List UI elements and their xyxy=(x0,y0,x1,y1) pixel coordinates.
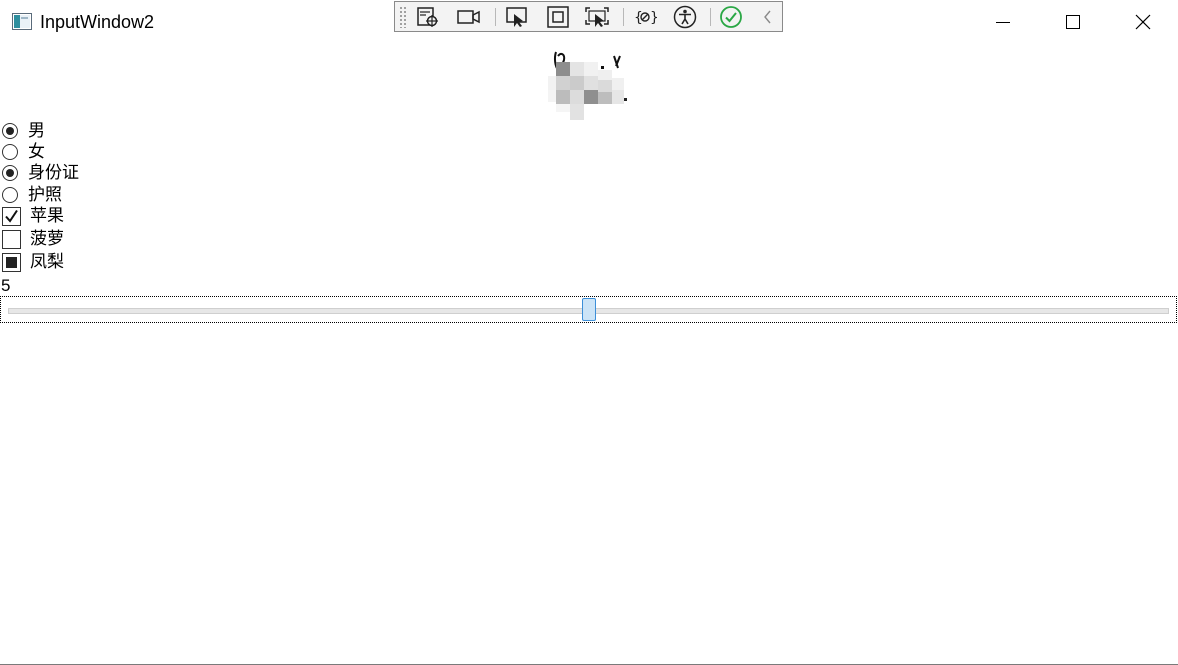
radio-label: 女 xyxy=(28,142,45,162)
close-button[interactable] xyxy=(1108,0,1178,44)
accessibility-button[interactable] xyxy=(672,5,698,29)
checkbox-apple[interactable]: 苹果 xyxy=(2,205,64,227)
radio-button[interactable] xyxy=(2,187,18,203)
minimize-button[interactable] xyxy=(968,0,1038,44)
maximize-button[interactable] xyxy=(1038,0,1108,44)
slider[interactable] xyxy=(0,296,1177,323)
collapse-toolbar-button[interactable] xyxy=(755,5,781,29)
radio-label: 男 xyxy=(28,121,45,141)
close-icon xyxy=(1135,14,1151,30)
minimize-icon xyxy=(996,22,1010,23)
toolbar-separator xyxy=(710,8,711,26)
radio-label: 身份证 xyxy=(28,163,79,183)
pixelated-image xyxy=(548,51,627,120)
toolbar-separator xyxy=(623,8,624,26)
layout-adorner-button[interactable] xyxy=(545,5,571,29)
collapse-chevron-icon xyxy=(764,10,771,24)
svg-text:}: } xyxy=(650,10,657,26)
checkbox-label: 苹果 xyxy=(30,206,64,226)
checkbox-indeterminate[interactable] xyxy=(2,252,21,272)
toolbar-separator xyxy=(495,8,496,26)
window-title: InputWindow2 xyxy=(40,12,155,32)
radio-label: 护照 xyxy=(28,185,62,205)
track-focus-button[interactable] xyxy=(584,5,610,29)
pointer-select-icon xyxy=(506,7,527,27)
accessibility-icon xyxy=(673,5,697,29)
checkbox-fengli[interactable]: 凤梨 xyxy=(2,251,64,273)
checkmark-icon xyxy=(720,6,742,28)
checkbox-unchecked[interactable] xyxy=(2,229,21,249)
app-window: InputWindow2 {男 女 身份证 护照 苹果 菠萝 凤梨 5 xyxy=(0,0,1178,665)
select-element-button[interactable] xyxy=(415,5,441,29)
slider-value-text: 5 xyxy=(1,276,11,295)
radio-button[interactable] xyxy=(2,144,18,160)
layout-adorner-icon xyxy=(547,6,569,28)
toolbar-grip[interactable] xyxy=(399,6,407,28)
checkmark-icon xyxy=(5,209,18,223)
binding-failures-button[interactable]: { } xyxy=(632,5,658,29)
radio-passport[interactable]: 护照 xyxy=(2,184,62,206)
select-element-icon xyxy=(417,7,438,27)
radio-button-checked[interactable] xyxy=(2,165,18,181)
video-record-icon xyxy=(457,10,480,24)
radio-id-card[interactable]: 身份证 xyxy=(2,162,79,184)
maximize-icon xyxy=(1066,15,1080,29)
checkbox-label: 菠萝 xyxy=(30,229,64,249)
radio-female[interactable]: 女 xyxy=(2,141,45,163)
binding-failures-icon: { } xyxy=(634,10,657,26)
radio-male[interactable]: 男 xyxy=(2,120,45,142)
radio-button-checked[interactable] xyxy=(2,123,18,139)
hot-reload-status-button[interactable] xyxy=(718,5,744,29)
record-video-button[interactable] xyxy=(456,5,482,29)
app-window-icon xyxy=(12,13,32,30)
pointer-select-button[interactable] xyxy=(504,5,530,29)
checkbox-label: 凤梨 xyxy=(30,252,64,272)
checkbox-pineapple[interactable]: 菠萝 xyxy=(2,228,64,250)
checkbox-checked[interactable] xyxy=(2,206,21,226)
slider-thumb[interactable] xyxy=(581,298,596,321)
xaml-debug-toolbar: { } xyxy=(394,1,783,32)
track-focus-icon xyxy=(585,7,609,27)
